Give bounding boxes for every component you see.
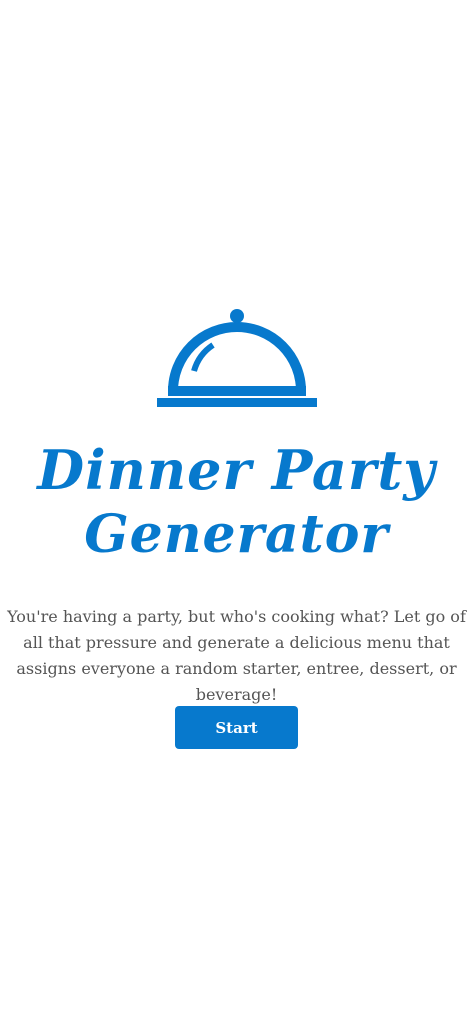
- app-title-line-2: Generator: [84, 504, 389, 565]
- landing-page: Dinner Party Generator You're having a p…: [0, 0, 473, 1027]
- app-title-line-1: Dinner Party: [37, 438, 436, 502]
- app-description: You're having a party, but who's cooking…: [7, 607, 466, 704]
- serving-cloche-icon: [157, 309, 317, 407]
- start-button[interactable]: Start: [175, 706, 298, 749]
